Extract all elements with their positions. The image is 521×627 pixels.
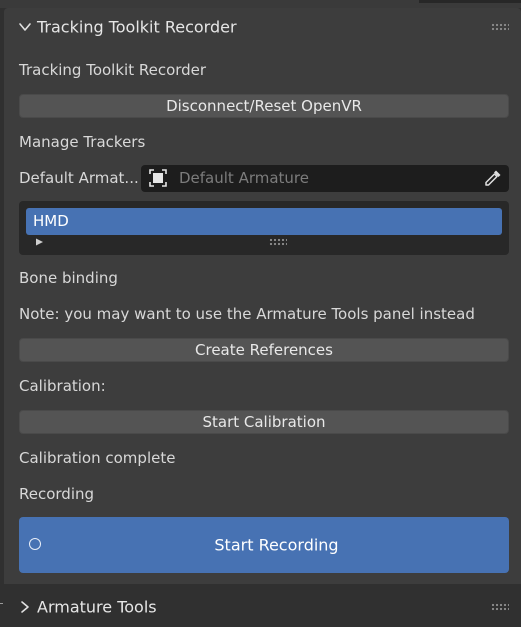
start-recording-label: Start Recording: [214, 535, 339, 555]
drag-handle-icon[interactable]: [491, 603, 509, 611]
start-calibration-button[interactable]: Start Calibration: [19, 410, 509, 434]
manage-trackers-label: Manage Trackers: [19, 133, 146, 151]
list-resize-handle[interactable]: [269, 238, 287, 246]
chevron-right-icon[interactable]: [18, 600, 32, 614]
eyedropper-icon[interactable]: [483, 168, 503, 188]
bone-binding-label: Bone binding: [19, 269, 118, 287]
disconnect-reset-button[interactable]: Disconnect/Reset OpenVR: [19, 94, 509, 118]
note-text: Note: you may want to use the Armature T…: [19, 305, 475, 323]
section-title: Tracking Toolkit Recorder: [19, 61, 207, 79]
calibration-status: Calibration complete: [19, 449, 176, 467]
expand-triangle-icon[interactable]: [35, 238, 44, 246]
armature-object-icon: [149, 169, 167, 187]
drag-handle-icon[interactable]: [491, 23, 509, 31]
panel-title: Tracking Toolkit Recorder: [37, 17, 237, 37]
tracker-item-label: HMD: [33, 212, 69, 230]
calibration-label: Calibration:: [19, 377, 106, 395]
default-armature-label: Default Armat...: [19, 169, 139, 187]
divider-mark: [0, 603, 3, 604]
list-item[interactable]: [26, 208, 502, 235]
top-notch: [419, 0, 521, 3]
armature-tools-title[interactable]: Armature Tools: [37, 598, 157, 617]
default-armature-input[interactable]: [179, 169, 469, 187]
chevron-down-icon[interactable]: [18, 20, 32, 34]
create-references-button[interactable]: Create References: [19, 338, 509, 362]
recording-label: Recording: [19, 485, 95, 503]
